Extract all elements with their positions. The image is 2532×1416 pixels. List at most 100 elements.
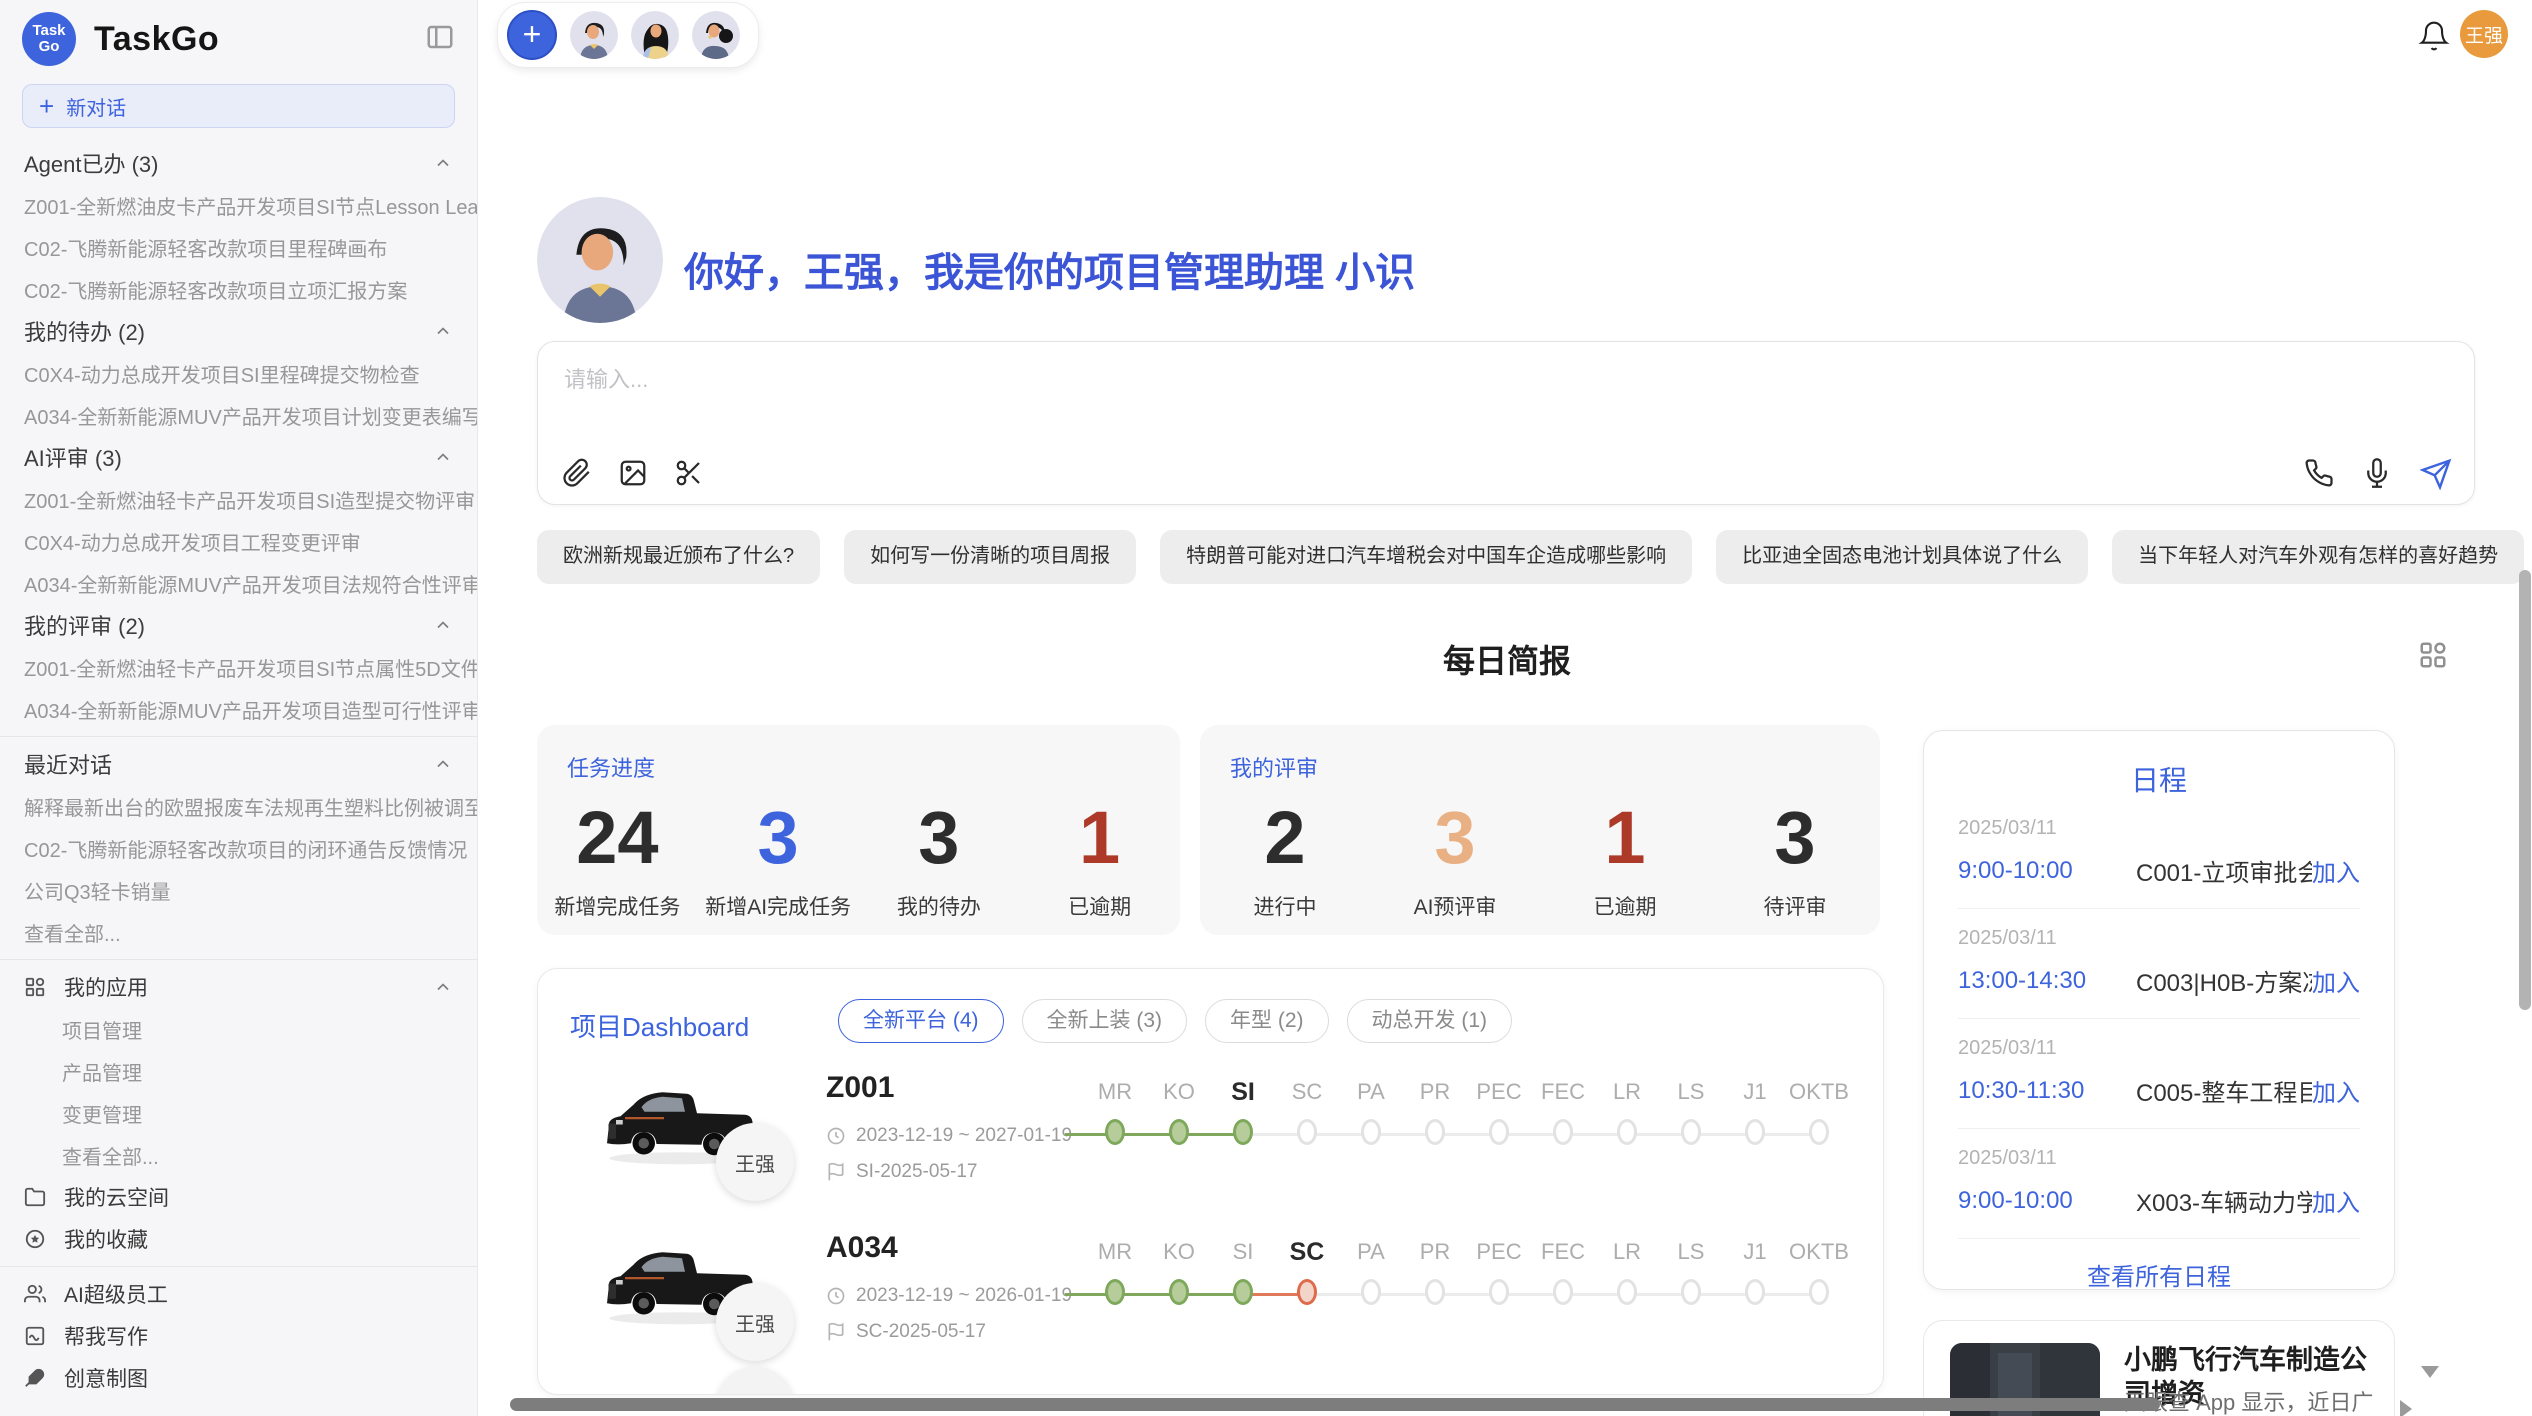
users-icon [24,1282,48,1306]
agent-avatar-3[interactable] [692,11,740,59]
milestone-label: SC [1292,1077,1323,1107]
list-item[interactable]: C0X4-动力总成开发项目工程变更评审 [0,520,477,562]
join-button[interactable]: 加入 [2312,1073,2360,1108]
join-button[interactable]: 加入 [2312,1183,2360,1218]
app-item-project-mgmt[interactable]: 项目管理 [0,1008,477,1050]
milestone-label: LS [1678,1237,1705,1267]
schedule-item: 2025/03/11 10:30-11:30 C005-整车工程目标评审 加入 [1958,1019,2360,1129]
join-button[interactable]: 加入 [2312,963,2360,998]
layout-grid-icon[interactable] [2418,640,2448,670]
image-upload-icon[interactable] [618,458,648,488]
view-all-apps[interactable]: 查看全部... [0,1134,477,1176]
milestone-label: FEC [1541,1237,1585,1267]
app-logo: Task Go [22,12,76,66]
user-avatar[interactable]: 王强 [2460,10,2508,58]
chevron-up-icon[interactable] [433,977,453,997]
join-button[interactable]: 加入 [2312,853,2360,888]
section-my-review[interactable]: 我的评审 (2) [0,604,477,646]
sidebar-item-help-me-write[interactable]: 帮我写作 [0,1315,477,1357]
send-icon[interactable] [2420,458,2450,488]
vertical-scrollbar-thumb[interactable] [2519,570,2531,1010]
app-item-change-mgmt[interactable]: 变更管理 [0,1092,477,1134]
list-item[interactable]: 解释最新出台的欧盟报废车法规再生塑料比例被调至15%... [0,785,477,827]
section-my-todo[interactable]: 我的待办 (2) [0,310,477,352]
milestone-node [1617,1119,1637,1145]
notification-bell-icon[interactable] [2418,20,2450,52]
milestone-code: SI-2025-05-17 [856,1161,977,1183]
suggestion-chip[interactable]: 特朗普可能对进口汽车增税会对中国车企造成哪些影响 [1160,530,1692,584]
horizontal-scrollbar-thumb[interactable] [510,1398,2160,1411]
stat-value: 24 [576,801,658,875]
chevron-up-icon[interactable] [433,754,453,774]
sidebar-item-cloud-space[interactable]: 我的云空间 [0,1176,477,1218]
chevron-up-icon[interactable] [433,321,453,341]
milestone-node [1425,1119,1445,1145]
scroll-right-arrow[interactable] [2400,1400,2412,1416]
milestone-label: PA [1357,1237,1385,1267]
phone-call-icon[interactable] [2304,458,2334,488]
news-snippet: 天眼查 App 显示，近日广州汇天飞行汽 [2124,1387,2376,1416]
chevron-up-icon[interactable] [433,447,453,467]
sidebar-collapse-icon[interactable] [425,22,455,52]
list-item[interactable]: A034-全新新能源MUV产品开发项目造型可行性评审 [0,688,477,730]
tab-new-body[interactable]: 全新上装 (3) [1022,999,1188,1043]
app-title: TaskGo [94,20,219,59]
schedule-date: 2025/03/11 [1958,1037,2360,1060]
section-ai-review[interactable]: AI评审 (3) [0,436,477,478]
schedule-date: 2025/03/11 [1958,1147,2360,1170]
list-item[interactable]: C02-飞腾新能源轻客改款项目立项汇报方案 [0,268,477,310]
chevron-up-icon[interactable] [433,615,453,635]
milestone-label: KO [1163,1237,1195,1267]
microphone-icon[interactable] [2362,458,2392,488]
suggestion-chip[interactable]: 当下年轻人对汽车外观有怎样的喜好趋势 [2112,530,2524,584]
sidebar-item-my-apps[interactable]: 我的应用 [0,966,477,1008]
milestone-label: MR [1098,1077,1132,1107]
list-item[interactable]: Z001-全新燃油轻卡产品开发项目SI造型提交物评审 [0,478,477,520]
list-item[interactable]: Z001-全新燃油皮卡产品开发项目SI节点Lesson Learn报告 [0,184,477,226]
project-row-a034[interactable]: 王强 A034 2023-12-19 ~ 2026-01-19 SC-2025-… [538,1221,1883,1376]
suggestion-chip[interactable]: 比亚迪全固态电池计划具体说了什么 [1716,530,2088,584]
suggestion-chip[interactable]: 欧洲新规最近颁布了什么? [537,530,820,584]
agent-switcher: + [497,2,759,68]
suggestion-chip[interactable]: 如何写一份清晰的项目周报 [844,530,1136,584]
schedule-date: 2025/03/11 [1958,817,2360,840]
add-agent-button[interactable]: + [507,10,557,60]
section-agent-done[interactable]: Agent已办 (3) [0,142,477,184]
sidebar-item-favorites[interactable]: 我的收藏 [0,1218,477,1260]
task-progress-card: 任务进度 24新增完成任务 3新增AI完成任务 3我的待办 1已逾期 [537,725,1180,935]
app-item-product-mgmt[interactable]: 产品管理 [0,1050,477,1092]
tab-powertrain[interactable]: 动总开发 (1) [1347,999,1513,1043]
tab-new-platform[interactable]: 全新平台 (4) [838,999,1004,1043]
milestone-label-current: SI [1231,1077,1255,1107]
attachment-icon[interactable] [562,458,592,488]
milestone-node [1233,1119,1253,1145]
list-item[interactable]: A034-全新新能源MUV产品开发项目计划变更表编写 [0,394,477,436]
milestone-node [1169,1279,1189,1305]
date-range: 2023-12-19 ~ 2026-01-19 [856,1285,1072,1307]
list-item[interactable]: Z001-全新燃油轻卡产品开发项目SI节点属性5D文件评审 [0,646,477,688]
project-row-z001[interactable]: 王强 Z001 2023-12-19 ~ 2027-01-19 SI-2025-… [538,1061,1883,1216]
list-item[interactable]: C0X4-动力总成开发项目SI里程碑提交物检查 [0,352,477,394]
section-recent-chats[interactable]: 最近对话 [0,743,477,785]
agent-avatar-2[interactable] [631,11,679,59]
scissors-icon[interactable] [674,458,704,488]
chevron-up-icon[interactable] [433,153,453,173]
new-chat-button[interactable]: + 新对话 [22,84,455,128]
milestone-node [1361,1119,1381,1145]
list-item[interactable]: A034-全新新能源MUV产品开发项目法规符合性评审 [0,562,477,604]
list-item[interactable]: C02-飞腾新能源轻客改款项目里程碑画布 [0,226,477,268]
view-all-chats[interactable]: 查看全部... [0,911,477,953]
view-all-schedule-link[interactable]: 查看所有日程 [1924,1257,2394,1290]
list-item[interactable]: C02-飞腾新能源轻客改款项目的闭环通告反馈情况 [0,827,477,869]
tab-model-year[interactable]: 年型 (2) [1205,999,1329,1043]
agent-avatar-1[interactable] [570,11,618,59]
card-title: 任务进度 [567,751,655,783]
milestone-node [1553,1279,1573,1305]
plus-icon: + [39,93,54,119]
list-item[interactable]: 公司Q3轻卡销量 [0,869,477,911]
chat-input[interactable] [562,360,2450,430]
card-title: 我的评审 [1230,751,1318,783]
scroll-down-arrow[interactable] [2421,1366,2439,1378]
sidebar-item-creative-drawing[interactable]: 创意制图 [0,1357,477,1399]
sidebar-item-ai-super-staff[interactable]: AI超级员工 [0,1273,477,1315]
